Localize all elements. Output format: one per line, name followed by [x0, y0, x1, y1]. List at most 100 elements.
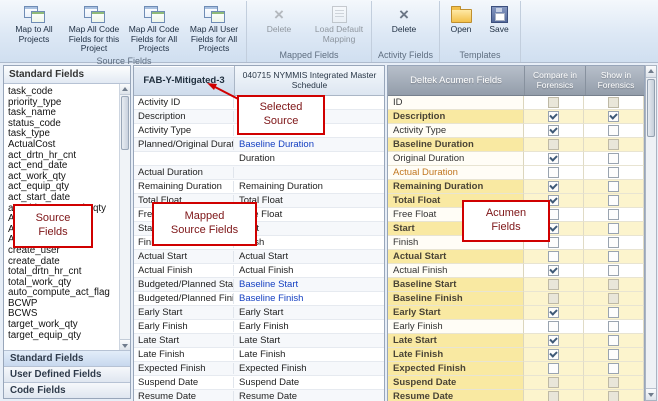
mapped-cell-nym[interactable]: Suspend Date: [234, 377, 384, 388]
mapped-cell-nym[interactable]: Baseline Duration: [234, 139, 384, 150]
mapped-cell-nym[interactable]: Actual Finish: [234, 265, 384, 276]
scroll-up-icon[interactable]: [646, 66, 656, 78]
show-checkbox[interactable]: [608, 321, 619, 332]
mapped-cell-nym[interactable]: Remaining Duration: [234, 181, 384, 192]
compare-checkbox[interactable]: [548, 265, 559, 276]
show-checkbox[interactable]: [608, 349, 619, 360]
mapped-cell-nym[interactable]: Early Start: [234, 307, 384, 318]
mapped-cell-nym[interactable]: Early Finish: [234, 321, 384, 332]
mapped-cell-nym[interactable]: Late Finish: [234, 349, 384, 360]
map-code-all-icon: [144, 6, 165, 23]
scroll-up-icon[interactable]: [120, 84, 130, 95]
source-column-header-selected[interactable]: FAB-Y-Mitigated-3: [134, 66, 235, 95]
ribbon-group-activity-fields: DeleteActivity Fields: [372, 1, 440, 62]
mapped-cell-fab[interactable]: Remaining Duration: [134, 181, 234, 192]
mapped-cell-fab[interactable]: Budgeted/Planned Finish: [134, 293, 234, 304]
map-all-user-fields-for-all-projects-button[interactable]: Map All User Fields for All Projects: [184, 1, 244, 55]
show-checkbox[interactable]: [608, 335, 619, 346]
mapped-cell-fab[interactable]: Suspend Date: [134, 377, 234, 388]
show-checkbox[interactable]: [608, 251, 619, 262]
mapped-cell-nym[interactable]: Expected Finish: [234, 363, 384, 374]
show-checkbox: [608, 377, 619, 388]
mapped-cell-fab[interactable]: Budgeted/Planned Start: [134, 279, 234, 290]
source-field-item[interactable]: ActualCost: [8, 140, 119, 151]
compare-checkbox[interactable]: [548, 181, 559, 192]
mapped-cell-nym[interactable]: Resume Date: [234, 391, 384, 401]
compare-cell: [524, 166, 584, 180]
mapped-cell-fab[interactable]: Late Start: [134, 335, 234, 346]
mapped-cell-fab[interactable]: Early Finish: [134, 321, 234, 332]
mapped-cell-fab[interactable]: Late Finish: [134, 349, 234, 360]
show-checkbox[interactable]: [608, 195, 619, 206]
show-checkbox[interactable]: [608, 363, 619, 374]
map-to-all-projects-label: Map to All Projects: [6, 25, 62, 44]
delete-label: Delete: [392, 25, 417, 35]
mapped-cell-fab[interactable]: Planned/Original Duration: [134, 139, 234, 150]
compare-checkbox[interactable]: [548, 111, 559, 122]
scroll-thumb[interactable]: [647, 79, 655, 137]
show-cell: [584, 152, 644, 166]
map-all-code-fields-for-this-project-button[interactable]: Map All Code Fields for this Project: [64, 1, 124, 55]
mapped-cell-nym[interactable]: Late Start: [234, 335, 384, 346]
scroll-down-icon[interactable]: [646, 388, 656, 400]
show-checkbox[interactable]: [608, 265, 619, 276]
source-field-item[interactable]: task_code: [8, 87, 119, 98]
show-cell: [584, 348, 644, 362]
compare-checkbox[interactable]: [548, 153, 559, 164]
mapped-cell-fab[interactable]: Resume Date: [134, 391, 234, 401]
tab-standard-fields[interactable]: Standard Fields: [4, 350, 130, 366]
compare-checkbox: [548, 97, 559, 108]
scroll-track[interactable]: [646, 78, 656, 388]
scroll-down-icon[interactable]: [120, 339, 130, 350]
save-button[interactable]: Save: [480, 1, 518, 49]
mapped-cell-nym[interactable]: Baseline Finish: [234, 293, 384, 304]
delete-button[interactable]: Delete: [374, 1, 434, 49]
delete-button[interactable]: Delete: [249, 1, 309, 49]
acumen-field-name: ID: [388, 96, 524, 110]
mapped-cell-fab[interactable]: Expected Finish: [134, 363, 234, 374]
compare-cell: [524, 390, 584, 401]
mapped-cell-fab[interactable]: Actual Duration: [134, 167, 234, 178]
source-field-item[interactable]: act_start_date: [8, 193, 119, 204]
mapped-cell-nym[interactable]: Duration: [234, 153, 384, 164]
compare-cell: [524, 306, 584, 320]
show-checkbox[interactable]: [608, 153, 619, 164]
mapped-cell-nym[interactable]: Baseline Start: [234, 279, 384, 290]
show-checkbox[interactable]: [608, 181, 619, 192]
show-checkbox[interactable]: [608, 111, 619, 122]
scroll-track[interactable]: [120, 95, 130, 339]
compare-checkbox[interactable]: [548, 251, 559, 262]
show-checkbox[interactable]: [608, 223, 619, 234]
map-to-all-projects-button[interactable]: Map to All Projects: [4, 1, 64, 55]
compare-checkbox[interactable]: [548, 125, 559, 136]
compare-checkbox[interactable]: [548, 307, 559, 318]
mapped-cell-fab[interactable]: Activity Type: [134, 125, 234, 136]
show-checkbox[interactable]: [608, 125, 619, 136]
load-default-mapping-button[interactable]: Load Default Mapping: [309, 1, 369, 49]
mapped-cell-fab[interactable]: Activity ID: [134, 97, 234, 108]
compare-checkbox[interactable]: [548, 363, 559, 374]
show-cell: [584, 124, 644, 138]
map-all-code-fields-for-all-projects-button[interactable]: Map All Code Fields for All Projects: [124, 1, 184, 55]
window-vertical-scrollbar[interactable]: [645, 65, 657, 401]
source-list-scrollbar[interactable]: [119, 84, 130, 350]
source-column-header-nymmis[interactable]: 040715 NYMMIS Integrated Master Schedule: [235, 66, 384, 95]
compare-checkbox[interactable]: [548, 321, 559, 332]
mapped-cell-fab[interactable]: Description: [134, 111, 234, 122]
compare-checkbox[interactable]: [548, 335, 559, 346]
compare-checkbox[interactable]: [548, 167, 559, 178]
open-button[interactable]: Open: [442, 1, 480, 49]
show-checkbox[interactable]: [608, 209, 619, 220]
mapped-cell-fab[interactable]: Early Start: [134, 307, 234, 318]
scroll-thumb[interactable]: [121, 96, 129, 150]
source-field-item[interactable]: target_equip_qty: [8, 331, 119, 342]
show-checkbox[interactable]: [608, 307, 619, 318]
mapped-cell-fab[interactable]: Actual Start: [134, 251, 234, 262]
tab-user-defined-fields[interactable]: User Defined Fields: [4, 366, 130, 382]
mapped-cell-fab[interactable]: Actual Finish: [134, 265, 234, 276]
tab-code-fields[interactable]: Code Fields: [4, 382, 130, 398]
compare-checkbox[interactable]: [548, 349, 559, 360]
mapped-cell-nym[interactable]: Actual Start: [234, 251, 384, 262]
show-checkbox[interactable]: [608, 237, 619, 248]
show-checkbox[interactable]: [608, 167, 619, 178]
